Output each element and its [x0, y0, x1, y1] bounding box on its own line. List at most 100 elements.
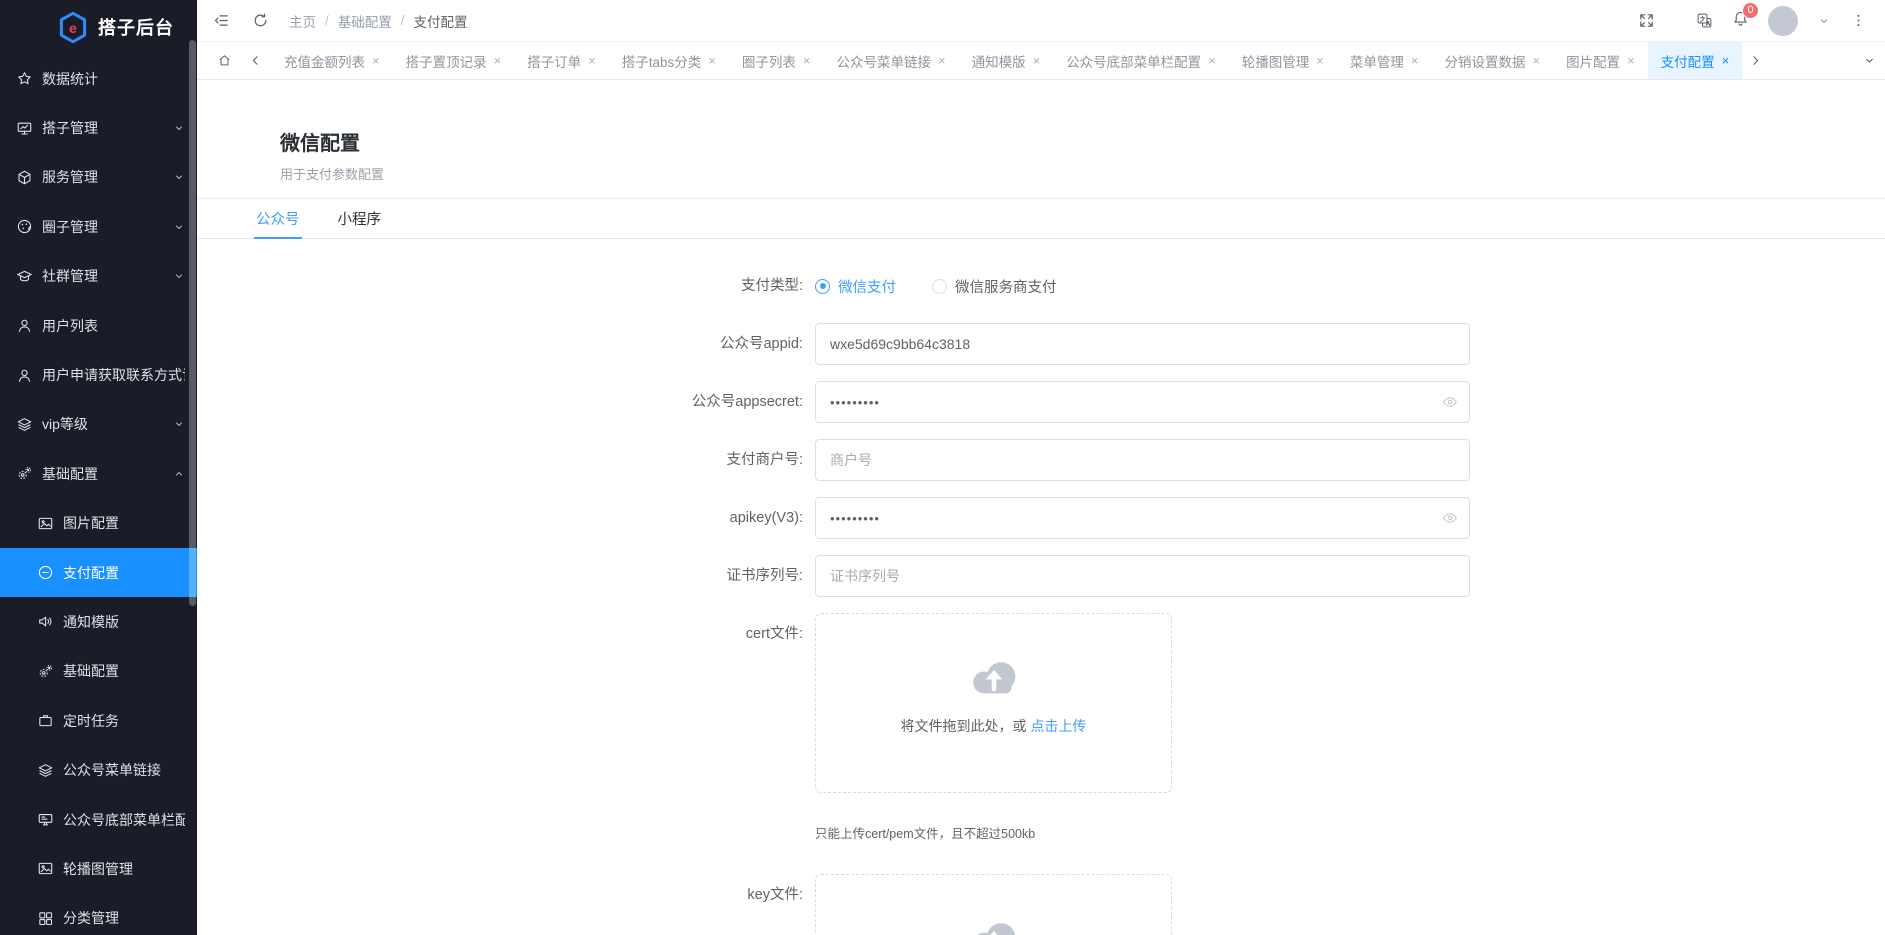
close-icon[interactable]: ×	[372, 54, 380, 67]
close-icon[interactable]: ×	[588, 54, 596, 67]
appsecret-input[interactable]	[815, 381, 1470, 423]
sidebar-scrollbar-thumb[interactable]	[189, 40, 196, 606]
sidebar-item-label: 用户申请获取联系方式记录	[42, 365, 185, 385]
breadcrumb-basic-config[interactable]: 基础配置	[338, 11, 392, 31]
close-icon[interactable]: ×	[1411, 54, 1419, 67]
eye-icon[interactable]	[1442, 510, 1458, 526]
close-icon[interactable]: ×	[708, 54, 716, 67]
sidebar-item-category-management[interactable]: 分类管理	[0, 894, 197, 935]
sidebar-item-label: 支付配置	[63, 563, 119, 583]
tab-menu-management[interactable]: 菜单管理×	[1337, 42, 1432, 79]
tabs-menu-chevron-down-icon[interactable]	[1862, 53, 1877, 68]
tab-circle-list[interactable]: 圈子列表×	[729, 42, 824, 79]
tab-label: 搭子订单	[527, 51, 581, 71]
sidebar-item-mp-menu-links[interactable]: 公众号菜单链接	[0, 745, 197, 794]
sidebar-item-user-list[interactable]: 用户列表	[0, 301, 197, 350]
close-icon[interactable]: ×	[1208, 54, 1216, 67]
radio-wechat-provider-pay[interactable]: 微信服务商支付	[932, 276, 1057, 297]
close-icon[interactable]: ×	[1316, 54, 1324, 67]
chevron-left-icon[interactable]	[248, 53, 263, 68]
close-icon[interactable]: ×	[1033, 54, 1041, 67]
sidebar-item-vip-level[interactable]: vip等级	[0, 400, 197, 449]
close-icon[interactable]: ×	[494, 54, 502, 67]
notification-bell[interactable]: 0	[1732, 10, 1749, 32]
radio-dot-icon	[815, 279, 830, 294]
tab-dazi-tabs-category[interactable]: 搭子tabs分类×	[609, 42, 729, 79]
upload-drag-text: 将文件拖到此处，或 点击上传	[901, 716, 1087, 736]
appsecret-control	[815, 381, 1470, 423]
tab-recharge-list[interactable]: 充值金额列表×	[271, 42, 393, 79]
home-icon[interactable]	[217, 53, 232, 68]
tab-notification-template[interactable]: 通知模版×	[959, 42, 1054, 79]
pay-type-radio-group: 微信支付 微信服务商支付	[815, 265, 1057, 307]
sidebar-fold-icon[interactable]	[213, 12, 230, 29]
sidebar-item-image-config[interactable]: 图片配置	[0, 499, 197, 548]
sidebar-item-label: 用户列表	[42, 316, 98, 336]
navbar-actions: 0	[1638, 6, 1867, 36]
tab-banner-management[interactable]: 轮播图管理×	[1229, 42, 1337, 79]
cert-upload-dropzone[interactable]: 将文件拖到此处，或 点击上传	[815, 613, 1172, 793]
sidebar-item-mp-bottom-menu-config[interactable]: 公众号底部菜单栏配置	[0, 795, 197, 844]
close-icon[interactable]: ×	[1627, 54, 1635, 67]
sidebar-item-dazi-management[interactable]: 搭子管理	[0, 103, 197, 152]
translate-icon[interactable]	[1696, 12, 1713, 29]
radio-wechat-pay[interactable]: 微信支付	[815, 276, 896, 297]
sidebar-item-circle-management[interactable]: 圈子管理	[0, 202, 197, 251]
breadcrumb-home[interactable]: 主页	[289, 11, 316, 31]
key-upload-dropzone[interactable]	[815, 874, 1172, 935]
picture-icon	[37, 515, 54, 532]
fullscreen-icon[interactable]	[1638, 12, 1655, 29]
tab-dazi-pin-records[interactable]: 搭子置顶记录×	[393, 42, 515, 79]
tab-mini-program[interactable]: 小程序	[336, 199, 384, 238]
close-icon[interactable]: ×	[938, 54, 946, 67]
tab-payment-config[interactable]: 支付配置×	[1648, 42, 1743, 79]
user-icon	[16, 317, 33, 334]
app-logo[interactable]: 搭子后台	[0, 0, 197, 54]
appid-input[interactable]	[815, 323, 1470, 365]
sidebar-item-community-management[interactable]: 社群管理	[0, 252, 197, 301]
cert-upload-hint: 只能上传cert/pem文件，且不超过500kb	[815, 823, 1172, 842]
sidebar-item-banner-management[interactable]: 轮播图管理	[0, 844, 197, 893]
sidebar-item-label: 定时任务	[63, 711, 119, 731]
close-icon[interactable]: ×	[1722, 54, 1730, 67]
speaker-icon	[37, 613, 54, 630]
cert-serial-input[interactable]	[815, 555, 1470, 597]
tab-dazi-orders[interactable]: 搭子订单 ×	[514, 42, 609, 79]
palette-icon	[16, 218, 33, 235]
sidebar-item-data-stats[interactable]: 数据统计	[0, 54, 197, 103]
eye-icon[interactable]	[1442, 394, 1458, 410]
upload-drag-label: 将文件拖到此处，或	[901, 718, 1027, 734]
tab-mp-bottom-menu-config[interactable]: 公众号底部菜单栏配置×	[1053, 42, 1229, 79]
sidebar-item-payment-config[interactable]: 支付配置	[0, 548, 197, 597]
more-vertical-icon[interactable]	[1850, 12, 1867, 29]
tab-label: 公众号菜单链接	[837, 51, 932, 71]
sidebar-item-label: 服务管理	[42, 167, 98, 187]
cert-serial-row: 证书序列号:	[197, 555, 1885, 597]
close-icon[interactable]: ×	[803, 54, 811, 67]
sidebar-item-contact-request-records[interactable]: 用户申请获取联系方式记录	[0, 350, 197, 399]
tab-official-account[interactable]: 公众号	[254, 199, 302, 238]
sidebar-item-notification-template[interactable]: 通知模版	[0, 597, 197, 646]
apikey-input[interactable]	[815, 497, 1470, 539]
briefcase-icon	[37, 712, 54, 729]
refresh-icon[interactable]	[252, 12, 269, 29]
sidebar-item-label: 社群管理	[42, 266, 98, 286]
sidebar-item-basic-config[interactable]: 基础配置	[0, 449, 197, 498]
page-title: 微信配置	[280, 130, 1885, 158]
tab-mp-menu-links[interactable]: 公众号菜单链接 ×	[824, 42, 959, 79]
chevron-down-icon[interactable]	[1817, 14, 1831, 28]
sidebar-item-scheduled-tasks[interactable]: 定时任务	[0, 696, 197, 745]
close-icon[interactable]: ×	[1532, 54, 1540, 67]
open-tabs: 充值金额列表× 搭子置顶记录× 搭子订单 × 搭子tabs分类× 圈子列表× 公众…	[271, 42, 1862, 79]
sidebar-item-label: 公众号菜单链接	[63, 760, 161, 780]
merchant-input[interactable]	[815, 439, 1470, 481]
sidebar-item-service-management[interactable]: 服务管理	[0, 153, 197, 202]
upload-click-link[interactable]: 点击上传	[1030, 718, 1086, 734]
sidebar-item-label: 通知模版	[63, 612, 119, 632]
sidebar-item-basic-config-sub[interactable]: 基础配置	[0, 647, 197, 696]
avatar[interactable]	[1768, 6, 1798, 36]
cert-file-control: 将文件拖到此处，或 点击上传 只能上传cert/pem文件，且不超过500kb	[815, 613, 1172, 858]
tab-distribution-settings[interactable]: 分销设置数据×	[1431, 42, 1553, 79]
chevron-right-icon[interactable]	[1748, 53, 1763, 68]
tab-image-config[interactable]: 图片配置×	[1553, 42, 1648, 79]
